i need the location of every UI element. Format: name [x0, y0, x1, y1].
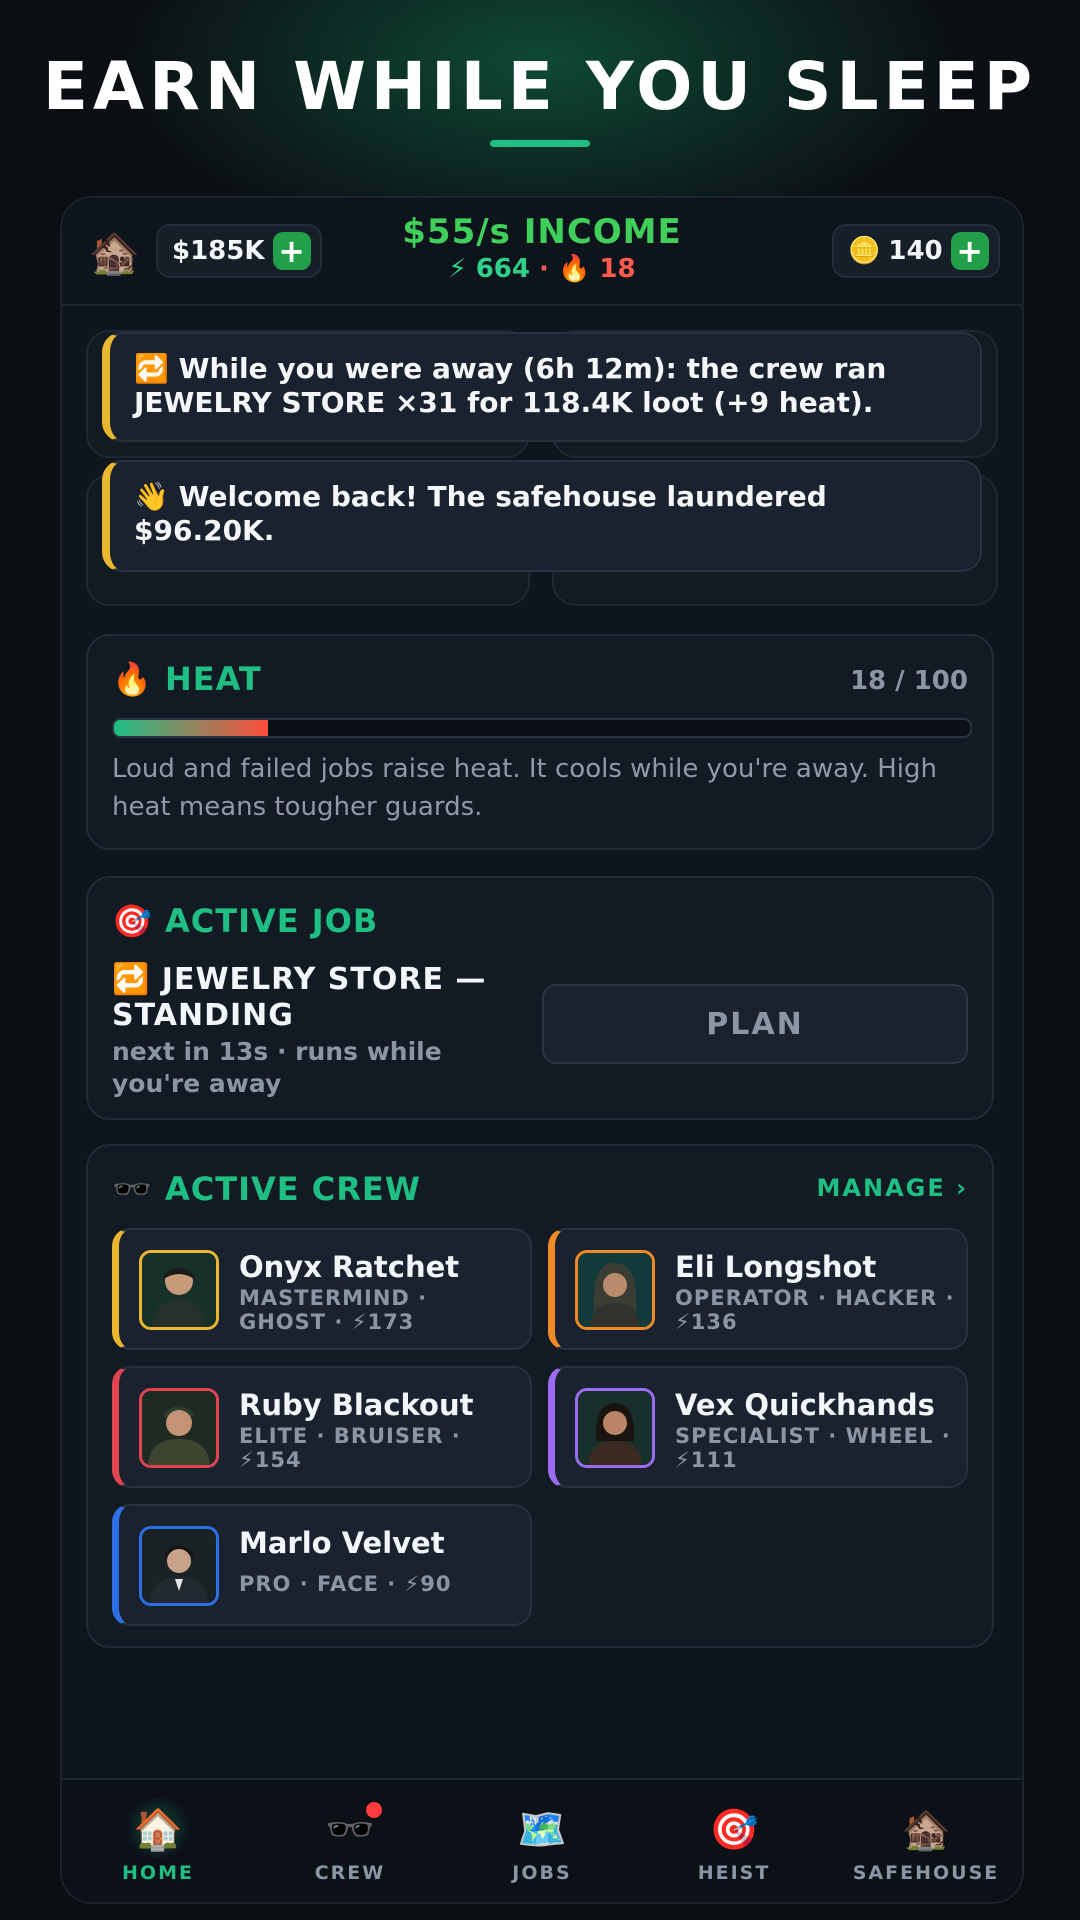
crew-member-card[interactable]: Ruby Blackout ELITE · BRUISER · ⚡154: [112, 1366, 532, 1488]
crew-role: SPECIALIST · WHEEL · ⚡111: [675, 1424, 951, 1472]
portrait-icon: [142, 1391, 216, 1465]
fire-icon: 🔥: [112, 660, 153, 698]
crew-avatar: [575, 1250, 655, 1330]
crew-avatar: [139, 1388, 219, 1468]
offline-summary-toast[interactable]: 🔁 While you were away (6h 12m): the crew…: [102, 332, 982, 442]
coins-pill: 🪙 140 +: [832, 224, 1000, 278]
target-icon: 🎯: [709, 1807, 759, 1853]
heat-card: 🔥 HEAT 18 / 100 Loud and failed jobs rai…: [86, 634, 994, 850]
crew-name: Eli Longshot: [675, 1250, 877, 1284]
nav-heist[interactable]: 🎯 HEIST: [638, 1780, 830, 1902]
heat-title: 🔥 HEAT: [112, 660, 262, 698]
job-schedule: next in 13s · runs while you're away: [112, 1037, 442, 1098]
nav-label: CREW: [314, 1862, 386, 1884]
crew-name: Onyx Ratchet: [239, 1250, 460, 1284]
crew-role: MASTERMIND · GHOST · ⚡173: [239, 1286, 428, 1334]
game-screen: 🏚️ $185K + $55/s INCOME ⚡ 664 · 🔥 18 🪙 1…: [60, 196, 1024, 1904]
active-crew-title-text: ACTIVE CREW: [164, 1170, 422, 1208]
nav-label: HOME: [122, 1862, 194, 1884]
nav-crew[interactable]: 🕶️ CREW: [254, 1780, 446, 1902]
crew-name: Vex Quickhands: [675, 1388, 935, 1422]
headline-underline: [490, 140, 590, 147]
nav-label: SAFEHOUSE: [852, 1862, 1000, 1884]
coin-icon: 🪙: [848, 236, 881, 266]
energy-stat: ⚡ 664: [448, 254, 530, 284]
crew-role: OPERATOR · HACKER · ⚡136: [675, 1286, 955, 1334]
plan-button[interactable]: PLAN: [542, 984, 968, 1064]
heat-meter: [112, 718, 972, 738]
crew-avatar: [139, 1526, 219, 1606]
portrait-icon: [578, 1253, 652, 1327]
manage-crew-link[interactable]: MANAGE ›: [817, 1174, 968, 1202]
bottom-nav: 🏠 HOME 🕶️ CREW 🗺️ JOBS 🎯 HEIST 🏚️ SAFEHO…: [62, 1778, 1022, 1902]
crew-avatar: [575, 1388, 655, 1468]
map-icon: 🗺️: [517, 1807, 567, 1853]
crew-name: Ruby Blackout: [239, 1388, 474, 1422]
active-crew-title: 🕶️ ACTIVE CREW: [112, 1170, 421, 1208]
house-icon: 🏠: [133, 1807, 183, 1853]
crew-member-card[interactable]: Vex Quickhands SPECIALIST · WHEEL · ⚡111: [548, 1366, 968, 1488]
nav-label: JOBS: [512, 1862, 572, 1884]
sunglasses-icon: 🕶️: [112, 1170, 153, 1208]
crew-name: Marlo Velvet: [239, 1526, 445, 1560]
heat-count: 18 / 100: [849, 666, 968, 696]
nav-safehouse[interactable]: 🏚️ SAFEHOUSE: [830, 1780, 1022, 1902]
active-job-title: 🎯 ACTIVE JOB: [112, 902, 378, 940]
target-icon: 🎯: [112, 902, 153, 940]
portrait-icon: [578, 1391, 652, 1465]
active-crew-card: 🕶️ ACTIVE CREW MANAGE › Onyx Ratchet MAS…: [86, 1144, 994, 1648]
crew-avatar: [139, 1250, 219, 1330]
nav-jobs[interactable]: 🗺️ JOBS: [446, 1780, 638, 1902]
heat-stat: 🔥 18: [558, 254, 636, 284]
active-job-title-text: ACTIVE JOB: [164, 902, 379, 940]
add-coins-button[interactable]: +: [950, 232, 989, 270]
heat-description: Loud and failed jobs raise heat. It cool…: [112, 754, 938, 822]
crew-member-card[interactable]: Onyx Ratchet MASTERMIND · GHOST · ⚡173: [112, 1228, 532, 1350]
safehouse-icon: 🏚️: [901, 1807, 951, 1853]
stat-separator: ·: [539, 254, 549, 284]
top-resource-bar: 🏚️ $185K + $55/s INCOME ⚡ 664 · 🔥 18 🪙 1…: [62, 198, 1022, 306]
nav-label: HEIST: [697, 1862, 771, 1884]
heat-title-text: HEAT: [164, 660, 262, 698]
portrait-icon: [142, 1253, 216, 1327]
notification-dot: [366, 1802, 382, 1818]
nav-home[interactable]: 🏠 HOME: [62, 1780, 254, 1902]
crew-role: ELITE · BRUISER · ⚡154: [239, 1424, 461, 1472]
welcome-back-toast[interactable]: 👋 Welcome back! The safehouse laundered …: [102, 460, 982, 572]
crew-role: PRO · FACE · ⚡90: [239, 1572, 452, 1596]
heat-meter-fill: [114, 720, 269, 736]
active-job-card: 🎯 ACTIVE JOB 🔁 JEWELRY STORE — STANDING …: [86, 876, 994, 1120]
coins-amount: 140: [888, 236, 943, 266]
portrait-icon: [142, 1529, 216, 1603]
job-name: 🔁 JEWELRY STORE — STANDING: [112, 962, 487, 1033]
promo-headline: EARN WHILE YOU SLEEP: [42, 48, 1038, 125]
crew-member-card[interactable]: Eli Longshot OPERATOR · HACKER · ⚡136: [548, 1228, 968, 1350]
crew-member-card[interactable]: Marlo Velvet PRO · FACE · ⚡90: [112, 1504, 532, 1626]
sunglasses-icon: 🕶️: [325, 1807, 375, 1853]
